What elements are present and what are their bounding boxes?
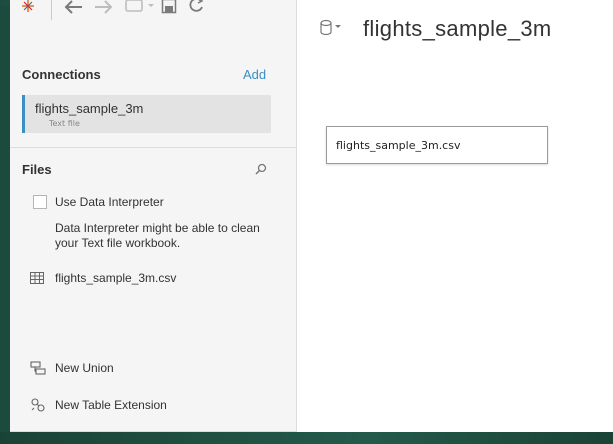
back-arrow-icon[interactable]: [62, 0, 84, 16]
datasource-dropdown-icon[interactable]: [124, 0, 158, 14]
new-union-action[interactable]: New Union: [30, 360, 280, 378]
connection-item[interactable]: flights_sample_3m Text file: [22, 95, 271, 133]
new-table-extension-action[interactable]: New Table Extension: [30, 397, 280, 415]
use-data-interpreter-checkbox[interactable]: [33, 195, 47, 209]
save-icon[interactable]: [161, 0, 177, 14]
toolbar-separator: [51, 0, 52, 20]
canvas-table-card[interactable]: flights_sample_3m.csv: [326, 126, 548, 164]
refresh-icon[interactable]: [187, 0, 205, 14]
data-source-sidebar: Connections Add flights_sample_3m Text f…: [10, 0, 297, 432]
file-item[interactable]: flights_sample_3m.csv: [30, 270, 280, 288]
data-interpreter-description: Data Interpreter might be able to clean …: [55, 221, 260, 250]
table-grid-icon: [30, 272, 44, 284]
datasource-name[interactable]: flights_sample_3m: [363, 16, 552, 42]
new-table-extension-label: New Table Extension: [55, 398, 167, 412]
toolbar: [10, 0, 296, 30]
data-source-canvas: flights_sample_3m flights_sample_3m.csv: [297, 0, 613, 432]
connection-type: Text file: [49, 119, 80, 128]
database-icon[interactable]: [319, 19, 343, 37]
section-divider: [10, 147, 296, 148]
table-extension-icon: [31, 398, 45, 412]
forward-arrow-icon[interactable]: [93, 0, 115, 16]
search-icon[interactable]: [254, 162, 268, 176]
new-union-label: New Union: [55, 361, 114, 375]
connection-name: flights_sample_3m: [35, 101, 144, 116]
tableau-logo-icon[interactable]: [20, 0, 36, 14]
file-name: flights_sample_3m.csv: [55, 271, 177, 285]
files-heading: Files: [22, 162, 52, 177]
union-icon: [30, 361, 46, 375]
use-data-interpreter-label[interactable]: Use Data Interpreter: [55, 195, 164, 209]
window-frame-bottom: [0, 432, 613, 444]
canvas-table-name: flights_sample_3m.csv: [336, 139, 461, 152]
connections-heading: Connections: [22, 67, 101, 82]
add-connection-link[interactable]: Add: [243, 67, 266, 82]
